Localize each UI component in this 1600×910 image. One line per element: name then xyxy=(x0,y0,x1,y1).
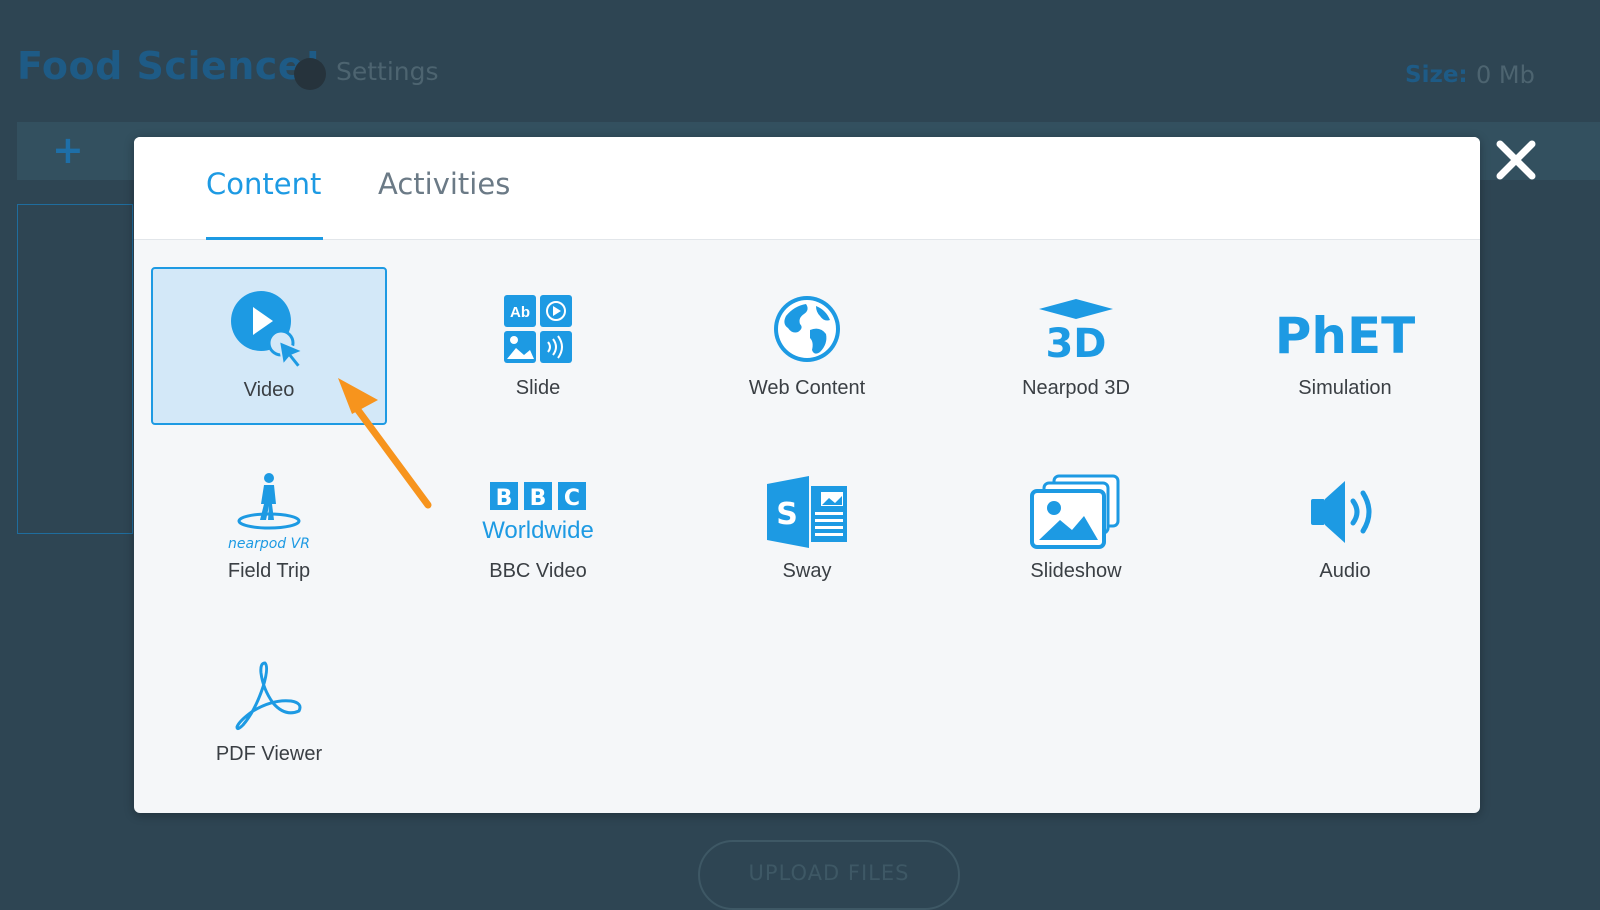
content-item-slideshow[interactable]: Slideshow xyxy=(958,450,1194,608)
globe-icon xyxy=(689,293,925,365)
slideshow-icon xyxy=(958,474,1194,549)
content-item-label: Slide xyxy=(515,377,561,399)
content-item-nearpod-3d[interactable]: 3D Nearpod 3D xyxy=(958,267,1194,425)
svg-text:S: S xyxy=(776,497,798,532)
content-item-label: Field Trip xyxy=(227,560,311,582)
tab-activities[interactable]: Activities xyxy=(378,167,510,239)
content-item-sway[interactable]: S Sway xyxy=(689,450,925,608)
content-item-pdf-viewer[interactable]: PDF Viewer xyxy=(151,633,387,791)
pdf-icon xyxy=(151,659,387,731)
pencil-icon xyxy=(294,58,326,90)
nearpod-3d-icon: 3D xyxy=(958,293,1194,365)
content-item-label: PDF Viewer xyxy=(215,743,323,765)
content-item-simulation[interactable]: PhET Simulation xyxy=(1227,267,1463,425)
svg-text:nearpod VR: nearpod VR xyxy=(228,536,310,552)
settings-link: Settings xyxy=(336,57,439,86)
content-item-label: BBC Video xyxy=(489,560,587,582)
svg-text:B: B xyxy=(530,486,547,511)
pointer-arrow xyxy=(334,374,434,514)
content-item-label: Simulation xyxy=(1298,377,1392,399)
plus-icon: + xyxy=(52,128,84,172)
size-label: Size: xyxy=(1405,62,1468,88)
content-item-label: Sway xyxy=(782,560,832,582)
tab-content[interactable]: Content xyxy=(206,167,324,240)
content-item-label: Nearpod 3D xyxy=(1022,377,1130,399)
speaker-icon xyxy=(1227,476,1463,548)
size-value: 0 Mb xyxy=(1476,61,1535,89)
background-panel xyxy=(17,204,133,534)
content-item-label: Audio xyxy=(1319,560,1371,582)
slide-grid-icon: Ab xyxy=(420,293,656,365)
phet-logo: PhET xyxy=(1227,293,1463,365)
svg-text:B: B xyxy=(496,486,513,511)
svg-text:3D: 3D xyxy=(1045,321,1106,361)
video-play-cursor-icon xyxy=(153,291,385,370)
bbc-worldwide-logo: B B C Worldwide xyxy=(420,476,656,548)
content-item-label: Slideshow xyxy=(1030,560,1122,582)
upload-files-button: UPLOAD FILES xyxy=(698,840,960,910)
modal-tabs: Content Activities xyxy=(134,137,1480,240)
content-item-audio[interactable]: Audio xyxy=(1227,450,1463,608)
content-item-label: Web Content xyxy=(748,377,866,399)
svg-text:C: C xyxy=(564,486,580,511)
svg-text:Worldwide: Worldwide xyxy=(482,517,594,544)
lesson-title: Food Science! xyxy=(17,44,322,88)
svg-text:PhET: PhET xyxy=(1275,307,1416,359)
svg-text:Ab: Ab xyxy=(510,304,530,321)
close-icon[interactable] xyxy=(1492,136,1540,184)
sway-icon: S xyxy=(689,476,925,548)
content-item-web-content[interactable]: Web Content xyxy=(689,267,925,425)
content-item-bbc-video[interactable]: B B C Worldwide BBC Video xyxy=(420,450,656,608)
content-item-slide[interactable]: Ab Slide xyxy=(420,267,656,425)
